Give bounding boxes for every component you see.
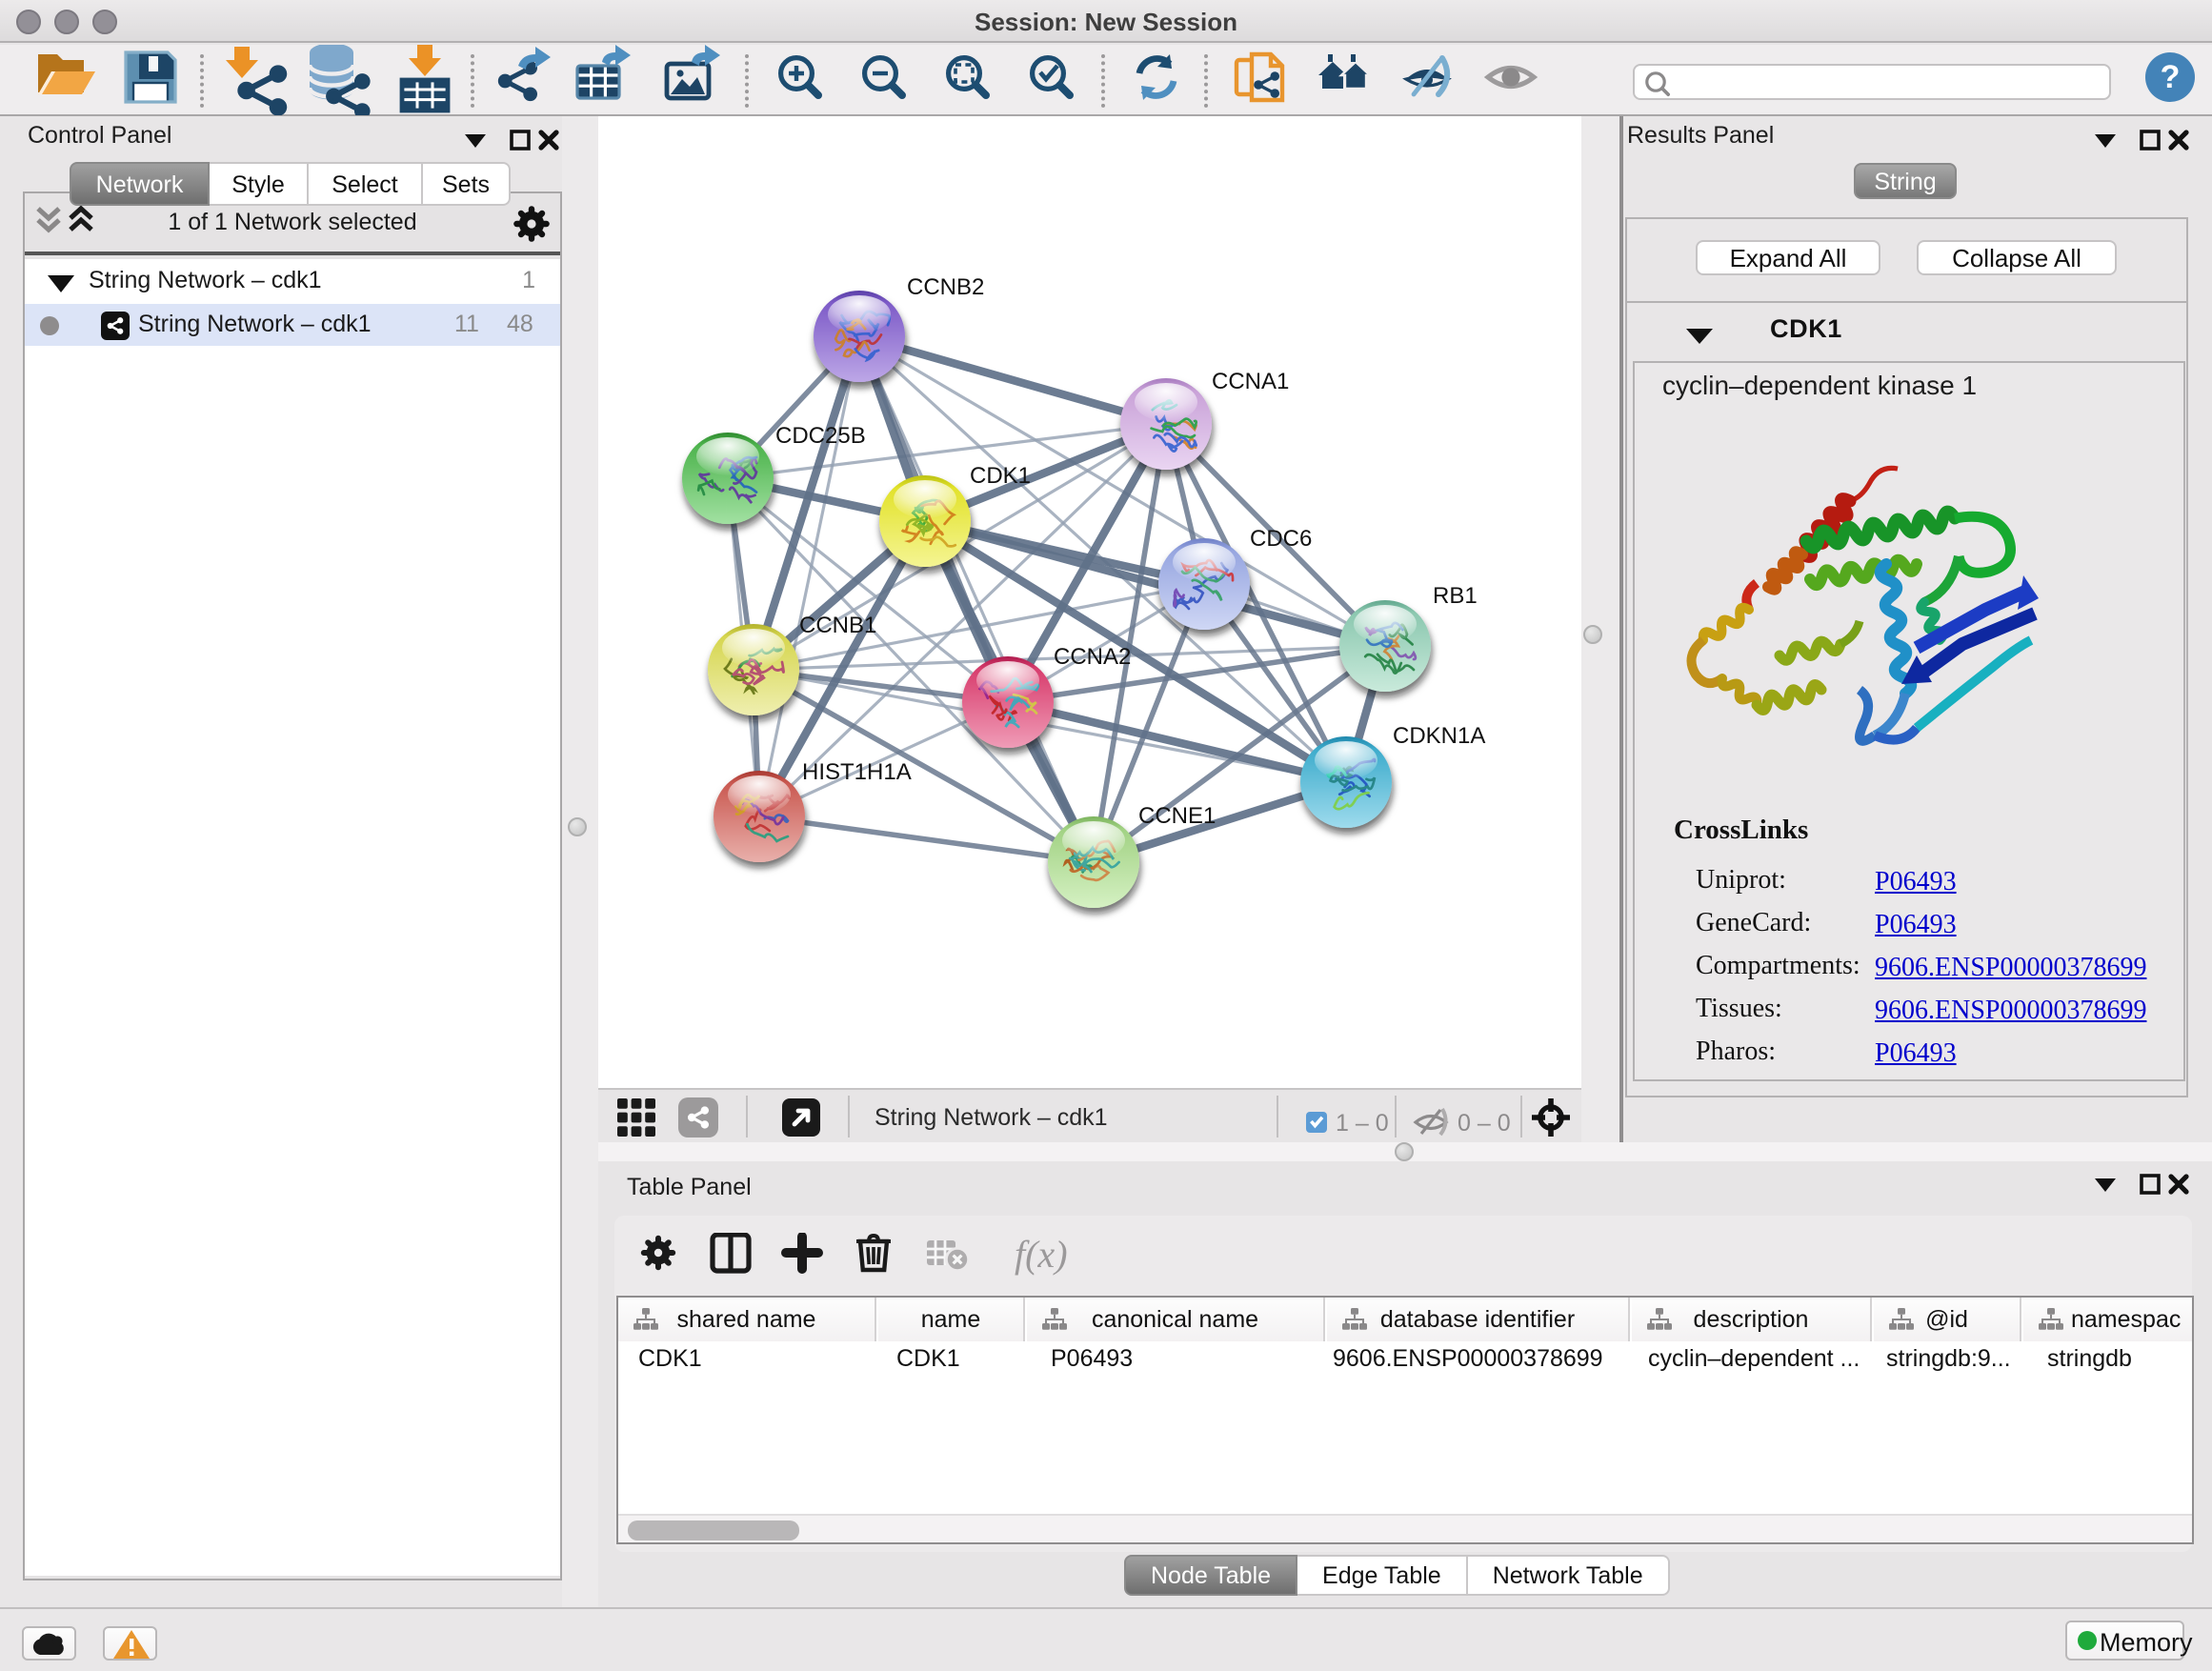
svg-text:CCNE1: CCNE1 [1138,803,1216,829]
svg-text:RB1: RB1 [1433,583,1478,609]
svg-text:CDC6: CDC6 [1250,526,1312,552]
svg-text:f(x): f(x) [1015,1233,1068,1276]
svg-text:CCNB1: CCNB1 [799,613,876,638]
svg-text:CCNA1: CCNA1 [1212,369,1289,394]
svg-text:CDC25B: CDC25B [775,423,866,449]
svg-text:String Network – cdk1: String Network – cdk1 [875,1104,1108,1131]
svg-text:CCNA2: CCNA2 [1054,644,1131,670]
svg-text:0 – 0: 0 – 0 [1458,1110,1511,1137]
svg-text:?: ? [2161,59,2181,95]
svg-text:CCNB2: CCNB2 [907,274,984,300]
svg-text:1 – 0: 1 – 0 [1336,1110,1389,1137]
svg-text:CDK1: CDK1 [970,463,1031,489]
svg-text:CDKN1A: CDKN1A [1393,723,1485,749]
svg-text:HIST1H1A: HIST1H1A [802,759,912,785]
